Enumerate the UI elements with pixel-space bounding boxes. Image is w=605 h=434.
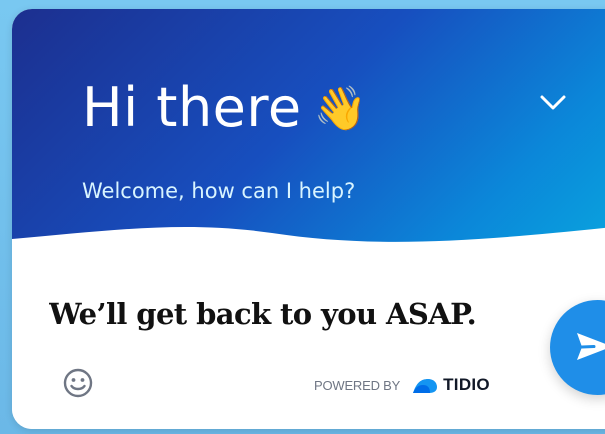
tidio-wordmark: TIDIO [443, 375, 490, 394]
powered-by-tidio[interactable]: POWERED BY TIDIO [314, 375, 490, 395]
powered-by-label: POWERED BY [314, 377, 401, 393]
chevron-down-icon [540, 95, 566, 110]
send-icon [577, 333, 605, 360]
emoji-picker-button[interactable] [61, 366, 95, 400]
waving-hand-icon: 👋 [313, 84, 368, 134]
tidio-logo[interactable]: TIDIO [410, 375, 490, 395]
greeting-title: Hi there 👋 [82, 81, 368, 135]
greeting-text: Hi there [82, 76, 302, 139]
page-background: Hi there 👋 Welcome, how can I help? We’l… [0, 0, 605, 434]
smiley-icon [63, 368, 93, 398]
message-input[interactable] [49, 292, 519, 336]
header-wave-divider [12, 227, 605, 257]
chat-header: Hi there 👋 Welcome, how can I help? [12, 9, 605, 257]
collapse-chat-button[interactable] [534, 83, 572, 121]
chat-composer: POWERED BY TIDIO [12, 257, 605, 429]
chat-widget: Hi there 👋 Welcome, how can I help? We’l… [12, 9, 605, 429]
tidio-logo-icon [413, 379, 438, 393]
welcome-subtitle: Welcome, how can I help? [82, 179, 356, 203]
